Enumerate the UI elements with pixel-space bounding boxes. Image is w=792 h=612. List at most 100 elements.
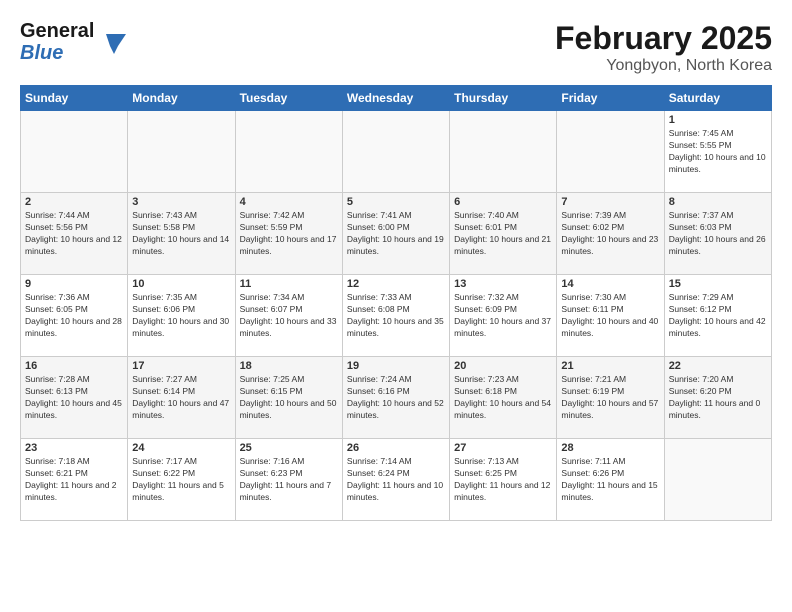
day-info: Sunrise: 7:23 AM Sunset: 6:18 PM Dayligh… xyxy=(454,374,552,422)
day-info: Sunrise: 7:42 AM Sunset: 5:59 PM Dayligh… xyxy=(240,210,338,258)
day-number: 11 xyxy=(240,278,338,290)
day-number: 1 xyxy=(669,114,767,126)
day-number: 9 xyxy=(25,278,123,290)
day-info: Sunrise: 7:36 AM Sunset: 6:05 PM Dayligh… xyxy=(25,292,123,340)
day-number: 28 xyxy=(561,442,659,454)
table-row: 15Sunrise: 7:29 AM Sunset: 6:12 PM Dayli… xyxy=(664,275,771,357)
calendar-week-row: 16 Sunrise: 7:28 AM Sunset: 6:13 PM Dayli… xyxy=(21,357,772,439)
title-block: February 2025 Yongbyon, North Korea xyxy=(555,20,772,75)
day-info: Sunrise: 7:14 AM Sunset: 6:24 PM Dayligh… xyxy=(347,456,445,504)
month-year: February 2025 xyxy=(555,20,772,57)
day-number: 7 xyxy=(561,196,659,208)
day-info: Sunrise: 7:40 AM Sunset: 6:01 PM Dayligh… xyxy=(454,210,552,258)
day-number: 26 xyxy=(347,442,445,454)
calendar-week-row: 23Sunrise: 7:18 AM Sunset: 6:21 PM Dayli… xyxy=(21,439,772,521)
table-row: 27 Sunrise: 7:13 AM Sunset: 6:25 PM Dayli… xyxy=(450,439,557,521)
day-info: Sunrise: 7:30 AM Sunset: 6:11 PM Dayligh… xyxy=(561,292,659,340)
calendar-week-row: 1 Sunrise: 7:45 AM Sunset: 5:55 PM Daylig… xyxy=(21,111,772,193)
col-friday: Friday xyxy=(557,86,664,111)
table-row xyxy=(128,111,235,193)
table-row: 5 Sunrise: 7:41 AM Sunset: 6:00 PM Daylig… xyxy=(342,193,449,275)
table-row: 1 Sunrise: 7:45 AM Sunset: 5:55 PM Daylig… xyxy=(664,111,771,193)
day-info: Sunrise: 7:33 AM Sunset: 6:08 PM Dayligh… xyxy=(347,292,445,340)
logo-icon xyxy=(98,26,130,58)
table-row: 13 Sunrise: 7:32 AM Sunset: 6:09 PM Dayli… xyxy=(450,275,557,357)
day-info: Sunrise: 7:13 AM Sunset: 6:25 PM Dayligh… xyxy=(454,456,552,504)
table-row: 18 Sunrise: 7:25 AM Sunset: 6:15 PM Dayli… xyxy=(235,357,342,439)
day-info: Sunrise: 7:45 AM Sunset: 5:55 PM Dayligh… xyxy=(669,128,767,176)
day-number: 10 xyxy=(132,278,230,290)
table-row: 9 Sunrise: 7:36 AM Sunset: 6:05 PM Daylig… xyxy=(21,275,128,357)
calendar-week-row: 2 Sunrise: 7:44 AM Sunset: 5:56 PM Daylig… xyxy=(21,193,772,275)
table-row: 16 Sunrise: 7:28 AM Sunset: 6:13 PM Dayli… xyxy=(21,357,128,439)
table-row: 24 Sunrise: 7:17 AM Sunset: 6:22 PM Dayli… xyxy=(128,439,235,521)
table-row: 8 Sunrise: 7:37 AM Sunset: 6:03 PM Daylig… xyxy=(664,193,771,275)
day-number: 5 xyxy=(347,196,445,208)
day-info: Sunrise: 7:41 AM Sunset: 6:00 PM Dayligh… xyxy=(347,210,445,258)
table-row xyxy=(664,439,771,521)
day-info: Sunrise: 7:34 AM Sunset: 6:07 PM Dayligh… xyxy=(240,292,338,340)
table-row: 12 Sunrise: 7:33 AM Sunset: 6:08 PM Dayli… xyxy=(342,275,449,357)
day-number: 21 xyxy=(561,360,659,372)
table-row: 17 Sunrise: 7:27 AM Sunset: 6:14 PM Dayli… xyxy=(128,357,235,439)
col-sunday: Sunday xyxy=(21,86,128,111)
day-info: Sunrise: 7:20 AM Sunset: 6:20 PM Dayligh… xyxy=(669,374,767,422)
day-number: 27 xyxy=(454,442,552,454)
day-number: 6 xyxy=(454,196,552,208)
day-info: Sunrise: 7:17 AM Sunset: 6:22 PM Dayligh… xyxy=(132,456,230,504)
day-number: 16 xyxy=(25,360,123,372)
day-info: Sunrise: 7:24 AM Sunset: 6:16 PM Dayligh… xyxy=(347,374,445,422)
day-info: Sunrise: 7:27 AM Sunset: 6:14 PM Dayligh… xyxy=(132,374,230,422)
table-row xyxy=(450,111,557,193)
day-number: 18 xyxy=(240,360,338,372)
table-row: 28 Sunrise: 7:11 AM Sunset: 6:26 PM Dayli… xyxy=(557,439,664,521)
table-row: 19 Sunrise: 7:24 AM Sunset: 6:16 PM Dayli… xyxy=(342,357,449,439)
table-row: 11 Sunrise: 7:34 AM Sunset: 6:07 PM Dayli… xyxy=(235,275,342,357)
table-row: 6 Sunrise: 7:40 AM Sunset: 6:01 PM Daylig… xyxy=(450,193,557,275)
day-number: 15 xyxy=(669,278,767,290)
logo: General Blue xyxy=(20,20,130,64)
day-number: 4 xyxy=(240,196,338,208)
day-number: 20 xyxy=(454,360,552,372)
table-row: 10Sunrise: 7:35 AM Sunset: 6:06 PM Dayli… xyxy=(128,275,235,357)
day-number: 25 xyxy=(240,442,338,454)
table-row: 20 Sunrise: 7:23 AM Sunset: 6:18 PM Dayli… xyxy=(450,357,557,439)
day-number: 23 xyxy=(25,442,123,454)
logo-blue: Blue xyxy=(20,42,63,64)
day-number: 22 xyxy=(669,360,767,372)
day-number: 12 xyxy=(347,278,445,290)
day-info: Sunrise: 7:21 AM Sunset: 6:19 PM Dayligh… xyxy=(561,374,659,422)
day-number: 2 xyxy=(25,196,123,208)
col-tuesday: Tuesday xyxy=(235,86,342,111)
calendar-week-row: 9 Sunrise: 7:36 AM Sunset: 6:05 PM Daylig… xyxy=(21,275,772,357)
table-row: 25 Sunrise: 7:16 AM Sunset: 6:23 PM Dayli… xyxy=(235,439,342,521)
calendar-table: Sunday Monday Tuesday Wednesday Thursday… xyxy=(20,85,772,521)
day-number: 8 xyxy=(669,196,767,208)
table-row: 3Sunrise: 7:43 AM Sunset: 5:58 PM Daylig… xyxy=(128,193,235,275)
table-row: 22 Sunrise: 7:20 AM Sunset: 6:20 PM Dayli… xyxy=(664,357,771,439)
col-thursday: Thursday xyxy=(450,86,557,111)
day-number: 13 xyxy=(454,278,552,290)
day-info: Sunrise: 7:25 AM Sunset: 6:15 PM Dayligh… xyxy=(240,374,338,422)
day-number: 19 xyxy=(347,360,445,372)
day-info: Sunrise: 7:37 AM Sunset: 6:03 PM Dayligh… xyxy=(669,210,767,258)
table-row: 14 Sunrise: 7:30 AM Sunset: 6:11 PM Dayli… xyxy=(557,275,664,357)
col-monday: Monday xyxy=(128,86,235,111)
logo-general: General xyxy=(20,20,94,42)
page-header: General Blue February 2025 Yongbyon, Nor… xyxy=(20,20,772,75)
table-row: 26 Sunrise: 7:14 AM Sunset: 6:24 PM Dayli… xyxy=(342,439,449,521)
day-info: Sunrise: 7:28 AM Sunset: 6:13 PM Dayligh… xyxy=(25,374,123,422)
day-info: Sunrise: 7:11 AM Sunset: 6:26 PM Dayligh… xyxy=(561,456,659,504)
table-row: 2 Sunrise: 7:44 AM Sunset: 5:56 PM Daylig… xyxy=(21,193,128,275)
day-info: Sunrise: 7:32 AM Sunset: 6:09 PM Dayligh… xyxy=(454,292,552,340)
table-row xyxy=(21,111,128,193)
table-row xyxy=(557,111,664,193)
day-number: 17 xyxy=(132,360,230,372)
day-number: 24 xyxy=(132,442,230,454)
day-info: Sunrise: 7:16 AM Sunset: 6:23 PM Dayligh… xyxy=(240,456,338,504)
day-number: 14 xyxy=(561,278,659,290)
day-info: Sunrise: 7:44 AM Sunset: 5:56 PM Dayligh… xyxy=(25,210,123,258)
location: Yongbyon, North Korea xyxy=(555,57,772,75)
day-info: Sunrise: 7:39 AM Sunset: 6:02 PM Dayligh… xyxy=(561,210,659,258)
table-row xyxy=(235,111,342,193)
